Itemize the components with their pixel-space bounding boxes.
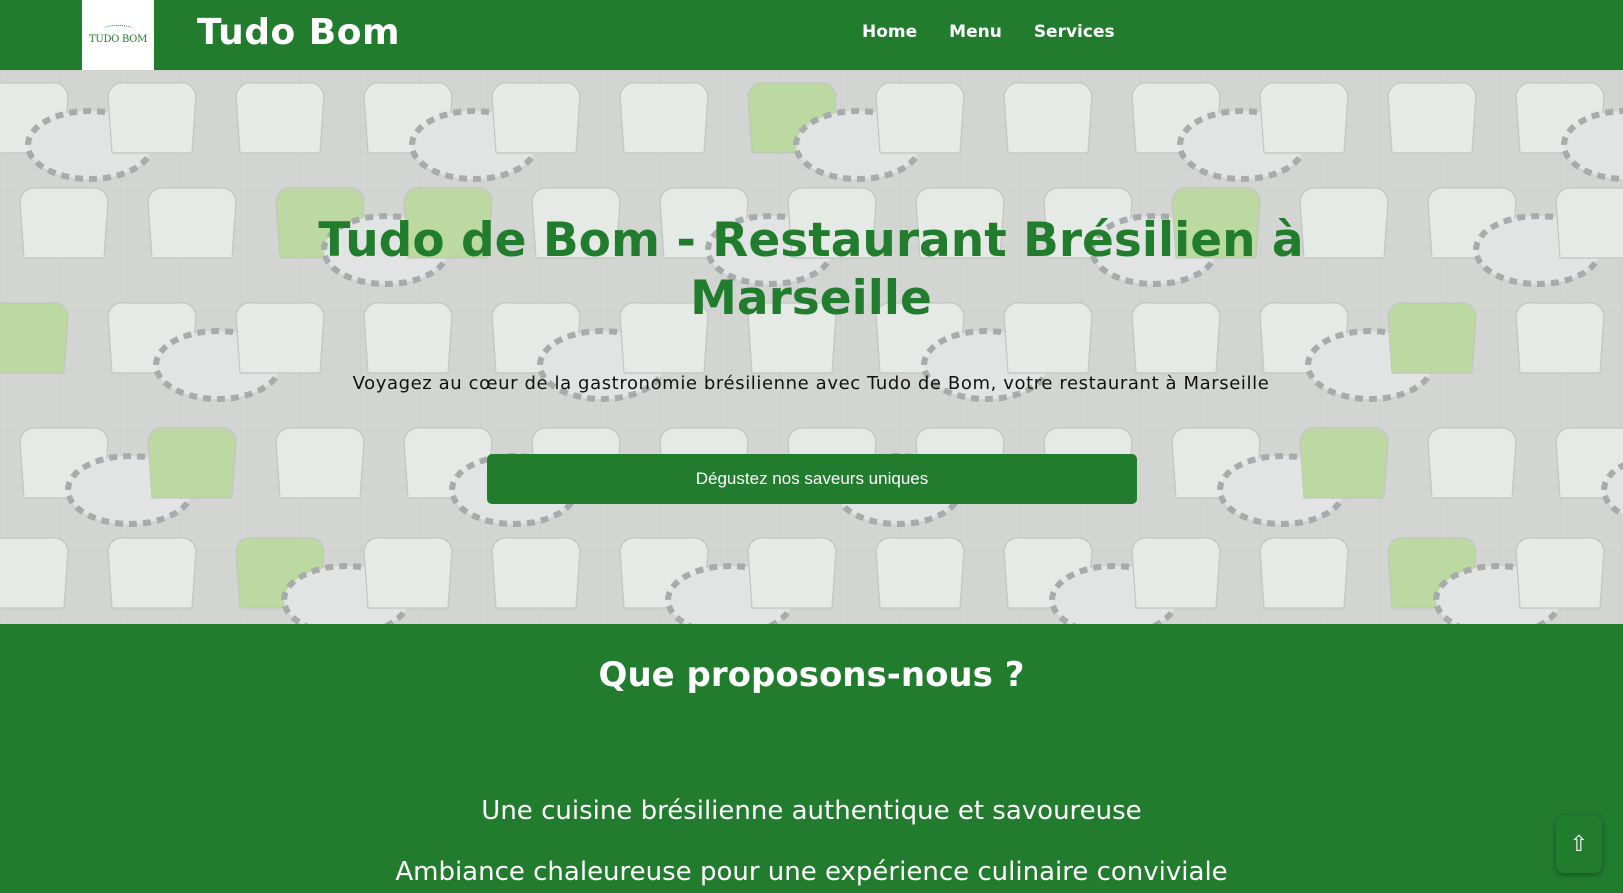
hero-section: Tudo de Bom - Restaurant Brésilien à Mar…: [0, 70, 1623, 624]
cta-button[interactable]: Dégustez nos saveurs uniques: [487, 454, 1137, 504]
hero-title: Tudo de Bom - Restaurant Brésilien à Mar…: [318, 213, 1304, 326]
arrow-up-icon: ⇧: [1569, 831, 1589, 857]
logo-arc-icon: [103, 25, 133, 33]
nav-link-menu[interactable]: Menu: [949, 22, 1002, 42]
main-nav: Home Menu Services: [862, 22, 1147, 42]
logo[interactable]: TUDO BOM: [82, 0, 154, 70]
nav-link-home[interactable]: Home: [862, 22, 917, 42]
hero-subtitle: Voyagez au cœur de la gastronomie brésil…: [352, 373, 1270, 394]
top-navbar: TUDO BOM Tudo Bom Home Menu Services: [0, 0, 1623, 70]
hero-overlay: [0, 70, 1623, 624]
logo-text: TUDO BOM: [88, 34, 148, 45]
nav-link-services[interactable]: Services: [1034, 22, 1115, 42]
offer-item: Une cuisine brésilienne authentique et s…: [481, 796, 1142, 826]
offer-section-title: Que proposons-nous ?: [598, 655, 1025, 695]
scroll-to-top-button[interactable]: ⇧: [1556, 815, 1602, 873]
brand-title[interactable]: Tudo Bom: [197, 12, 400, 53]
offer-item: Ambiance chaleureuse pour une expérience…: [395, 857, 1228, 887]
